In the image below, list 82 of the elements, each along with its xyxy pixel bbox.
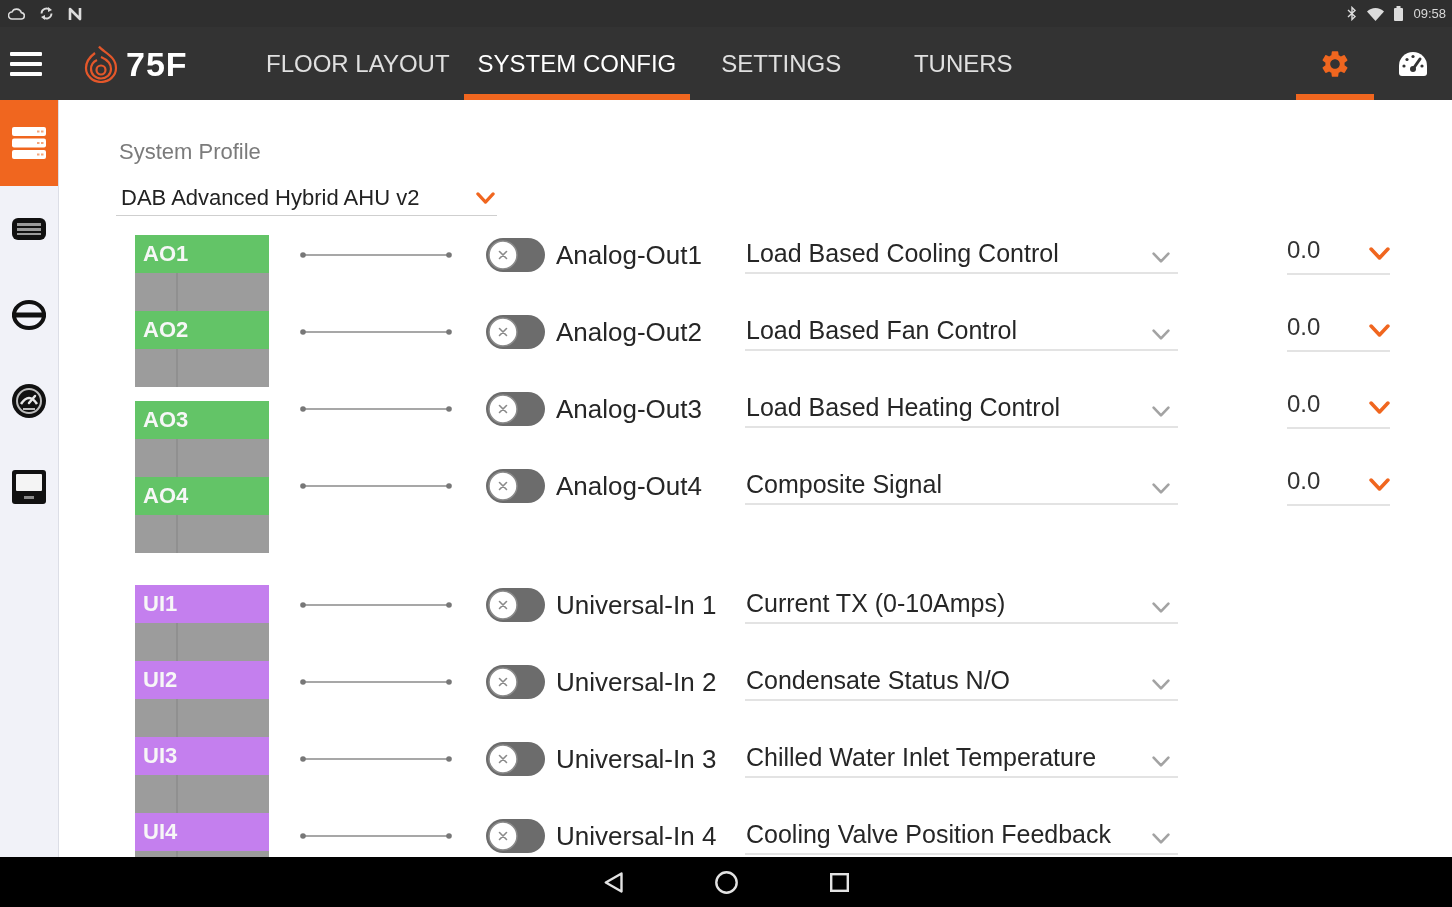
chevron-icon [1152,833,1170,844]
value-dropdown[interactable]: 0.0 [1287,234,1390,275]
x-icon [488,820,518,851]
wifi-icon [1367,6,1385,21]
flame-logo-icon [84,44,118,83]
chevron-icon [1152,329,1170,340]
x-icon [488,316,518,347]
status-time: 09:58 [1413,5,1446,22]
mapping-dropdown[interactable]: Load Based Heating Control [745,389,1178,428]
port-label: AO2 [135,311,269,349]
port-label: UI4 [135,813,269,851]
menu-icon[interactable] [10,51,42,76]
channel-name: Universal-In 2 [556,666,718,697]
chevron-icon [1369,478,1390,491]
mapping-dropdown[interactable]: Load Based Cooling Control [745,235,1178,274]
channel-name: Analog-Out3 [556,393,703,424]
x-icon [488,589,518,620]
cloud-icon [8,7,25,20]
value-dropdown[interactable]: 0.0 [1287,311,1390,352]
mapping-dropdown[interactable]: Composite Signal [745,466,1178,505]
nav-tab[interactable]: SYSTEM CONFIG [463,27,691,100]
value-dropdown[interactable]: 0.0 [1287,465,1390,506]
back-icon[interactable] [603,871,623,893]
recents-icon[interactable] [829,872,849,892]
battery-icon [1394,6,1404,21]
toggle-switch[interactable] [486,818,545,853]
toggle-switch[interactable] [486,237,545,272]
mapping-dropdown[interactable]: Condensate Status N/O [745,662,1178,701]
logo-text: 75F [126,43,188,84]
display-icon [12,470,46,504]
port-label: UI3 [135,737,269,775]
toggle-switch[interactable] [486,664,545,699]
port-label: AO4 [135,477,269,515]
nav-tab[interactable]: TUNERS [872,27,1055,100]
port-label: AO3 [135,401,269,439]
chevron-icon [476,191,495,204]
channel-name: Analog-Out2 [556,316,703,347]
chevron-icon [1152,252,1170,263]
toggle-switch[interactable] [486,587,545,622]
field-label: System Profile [119,139,261,165]
channel-name: Universal-In 3 [556,743,718,774]
bluetooth-icon [1347,6,1358,21]
mapping-dropdown[interactable]: Chilled Water Inlet Temperature [745,739,1178,778]
value-dropdown[interactable]: 0.0 [1287,388,1390,429]
x-icon [488,239,518,270]
chevron-icon [1152,483,1170,494]
channel-name: Universal-In 1 [556,589,718,620]
port-label: UI1 [135,585,269,623]
gauge-icon [12,384,46,418]
home-icon[interactable] [714,870,738,894]
chevron-icon [1152,679,1170,690]
toggle-switch[interactable] [486,468,545,503]
chevron-icon [1152,406,1170,417]
chevron-icon [1152,756,1170,767]
speedometer-icon [1398,50,1428,77]
chevron-icon [1369,247,1390,260]
circle-bar-icon [12,300,46,330]
sync-icon [39,6,54,21]
x-icon [488,470,518,501]
x-icon [488,666,518,697]
channel-name: Analog-Out4 [556,470,703,501]
channel-name: Universal-In 4 [556,820,718,851]
server-stack-icon [12,127,46,159]
toggle-switch[interactable] [486,741,545,776]
nav-tab[interactable]: FLOOR LAYOUT [252,27,464,100]
profile-dropdown[interactable]: DAB Advanced Hybrid AHU v2 [116,180,497,216]
mapping-dropdown[interactable]: Cooling Valve Position Feedback [745,816,1178,855]
toggle-switch[interactable] [486,314,545,349]
chevron-icon [1152,602,1170,613]
mapping-dropdown[interactable]: Load Based Fan Control [745,312,1178,351]
port-label: UI2 [135,661,269,699]
nfc-icon [68,6,82,21]
chevron-icon [1369,324,1390,337]
toggle-switch[interactable] [486,391,545,426]
mapping-dropdown[interactable]: Current TX (0-10Amps) [745,585,1178,624]
port-label: AO1 [135,235,269,273]
device-icon [12,218,46,240]
chevron-icon [1369,401,1390,414]
channel-name: Analog-Out1 [556,239,703,270]
x-icon [488,743,518,774]
x-icon [488,393,518,424]
nav-tab[interactable]: SETTINGS [690,27,873,100]
